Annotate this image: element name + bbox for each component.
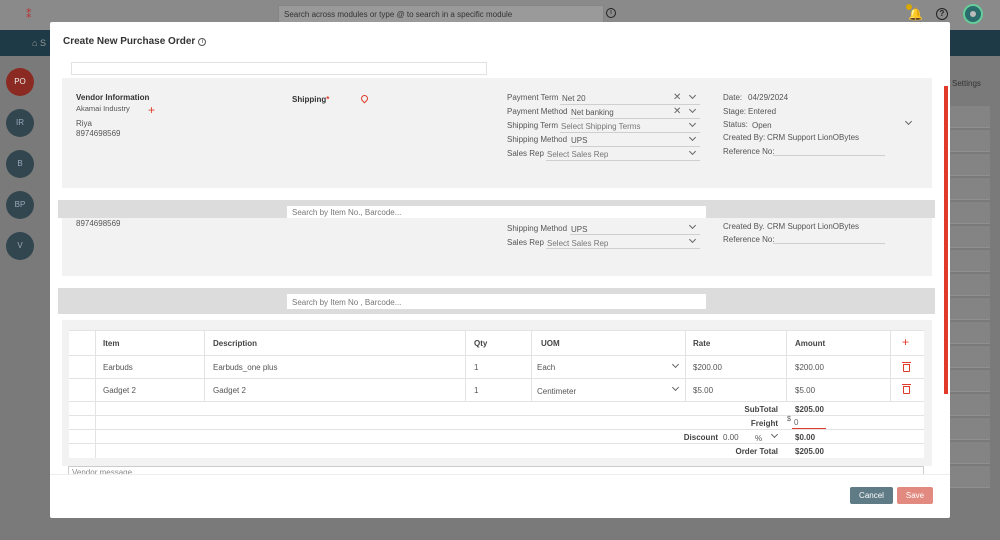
payment-term-label: Payment Term bbox=[507, 93, 559, 102]
bell-icon[interactable]: 🔔 bbox=[908, 7, 923, 21]
vendor-phone: 8974698569 bbox=[76, 129, 121, 138]
created-by-value: CRM Support LionOBytes bbox=[767, 133, 860, 142]
vendor-phone-repeat: 8974698569 bbox=[76, 219, 121, 228]
shipping-label: Shipping* bbox=[292, 95, 330, 104]
clear-payment-term-icon[interactable]: ✕ bbox=[673, 93, 681, 103]
row2-qty[interactable]: 1 bbox=[474, 386, 478, 395]
date-label: Date: bbox=[723, 93, 743, 102]
modal-title: Create New Purchase Order i bbox=[63, 36, 207, 47]
created-by-label: Created By: bbox=[723, 133, 766, 142]
row1-description[interactable]: Earbuds_one plus bbox=[213, 363, 278, 372]
item-search-input[interactable]: Search by Item No., Barcode... bbox=[286, 205, 707, 219]
order-total-label: Order Total bbox=[735, 447, 778, 456]
info-icon[interactable]: i bbox=[198, 38, 207, 46]
freight-label: Freight bbox=[750, 419, 778, 428]
stage-label: Stage: bbox=[723, 107, 747, 116]
created-by-label: Created By. bbox=[723, 222, 765, 231]
scrolled-field[interactable] bbox=[71, 62, 487, 75]
sales-rep-label: Sales Rep bbox=[507, 238, 544, 247]
user-avatar[interactable] bbox=[963, 4, 983, 24]
global-search-input[interactable]: Search across modules or type @ to searc… bbox=[278, 5, 604, 23]
side-badge-v[interactable]: V bbox=[6, 232, 34, 260]
vendor-message-input[interactable]: Vendor message bbox=[68, 466, 924, 474]
status-value[interactable]: Open bbox=[752, 121, 772, 130]
info-icon[interactable]: i bbox=[606, 8, 616, 18]
col-header-description: Description bbox=[213, 339, 258, 348]
discount-label: Discount bbox=[683, 433, 718, 442]
row1-uom[interactable]: Each bbox=[537, 363, 555, 372]
shipping-method-label: Shipping Method bbox=[507, 135, 568, 144]
sales-rep-select[interactable]: Select Sales Rep bbox=[547, 239, 608, 248]
subtotal-value: $205.00 bbox=[795, 405, 824, 414]
row2-description[interactable]: Gadget 2 bbox=[213, 386, 246, 395]
date-value[interactable]: 04/29/2024 bbox=[748, 93, 788, 102]
created-by-value: CRM Support LionOBytes bbox=[767, 222, 860, 231]
side-badge-po[interactable]: PO bbox=[6, 68, 34, 96]
add-row-icon[interactable]: + bbox=[902, 336, 909, 348]
shipping-term-select[interactable]: Select Shipping Terms bbox=[561, 122, 640, 131]
purchase-order-modal: Create New Purchase Order i Vendor Inform… bbox=[50, 22, 950, 518]
side-badge-bp[interactable]: BP bbox=[6, 191, 34, 219]
payment-method-value[interactable]: Net banking bbox=[571, 108, 614, 117]
side-badge-b[interactable]: B bbox=[6, 150, 34, 178]
discount-amount: $0.00 bbox=[795, 433, 816, 442]
payment-term-value[interactable]: Net 20 bbox=[562, 94, 586, 103]
row1-qty[interactable]: 1 bbox=[474, 363, 478, 372]
stage-value: Entered bbox=[748, 107, 777, 116]
app-logo-icon[interactable]: ⁑ bbox=[26, 8, 32, 21]
vendor-info-heading: Vendor Information bbox=[76, 93, 150, 102]
subtotal-label: SubTotal bbox=[744, 405, 778, 414]
nav-home-label: S bbox=[39, 38, 46, 48]
shipping-method-value[interactable]: UPS bbox=[571, 136, 587, 145]
side-badge-ir[interactable]: IR bbox=[6, 109, 34, 137]
freight-input[interactable]: 0 bbox=[792, 418, 826, 429]
trash-icon[interactable] bbox=[902, 362, 911, 372]
col-header-qty: Qty bbox=[474, 339, 488, 348]
col-header-amount: Amount bbox=[795, 339, 826, 348]
footer-divider bbox=[50, 474, 950, 475]
help-icon[interactable]: ? bbox=[936, 8, 948, 20]
row1-item[interactable]: Earbuds bbox=[103, 363, 133, 372]
discount-input[interactable]: 0.00 bbox=[723, 433, 739, 442]
background-list bbox=[950, 106, 990, 490]
cancel-button[interactable]: Cancel bbox=[850, 487, 893, 504]
side-badge-list: PO IR B BP V bbox=[6, 68, 34, 273]
row2-amount: $5.00 bbox=[795, 386, 816, 395]
row1-amount: $200.00 bbox=[795, 363, 824, 372]
row2-item[interactable]: Gadget 2 bbox=[103, 386, 136, 395]
save-button[interactable]: Save bbox=[897, 487, 933, 504]
add-vendor-icon[interactable]: + bbox=[148, 104, 155, 116]
home-icon[interactable]: ⌂ S bbox=[32, 38, 46, 48]
vendor-contact: Riya bbox=[76, 119, 93, 128]
col-header-rate: Rate bbox=[693, 339, 711, 348]
discount-unit-select[interactable]: % bbox=[755, 434, 762, 443]
sales-rep-label: Sales Rep bbox=[507, 149, 544, 158]
shipping-term-label: Shipping Term bbox=[507, 121, 558, 130]
payment-method-label: Payment Method bbox=[507, 107, 568, 116]
row1-rate[interactable]: $200.00 bbox=[693, 363, 722, 372]
item-search-input[interactable]: Search by Item No , Barcode... bbox=[286, 293, 707, 310]
sales-rep-select[interactable]: Select Sales Rep bbox=[547, 150, 608, 159]
col-header-uom: UOM bbox=[541, 339, 560, 348]
shipping-method-label: Shipping Method bbox=[507, 224, 568, 233]
clear-payment-method-icon[interactable]: ✕ bbox=[673, 107, 681, 117]
settings-link[interactable]: Settings bbox=[952, 79, 981, 88]
scrollbar[interactable] bbox=[944, 86, 948, 394]
col-header-item: Item bbox=[103, 339, 120, 348]
shipping-method-value[interactable]: UPS bbox=[571, 225, 587, 234]
row2-rate[interactable]: $5.00 bbox=[693, 386, 713, 395]
freight-currency: $ bbox=[787, 416, 791, 423]
reference-label: Reference No: bbox=[723, 147, 775, 156]
reference-label: Reference No: bbox=[723, 235, 775, 244]
row2-uom[interactable]: Centimeter bbox=[537, 387, 576, 396]
order-total-value: $205.00 bbox=[795, 447, 824, 456]
status-label: Status: bbox=[723, 120, 748, 129]
trash-icon[interactable] bbox=[902, 384, 911, 394]
vendor-name: Akamai Industry bbox=[76, 104, 130, 113]
